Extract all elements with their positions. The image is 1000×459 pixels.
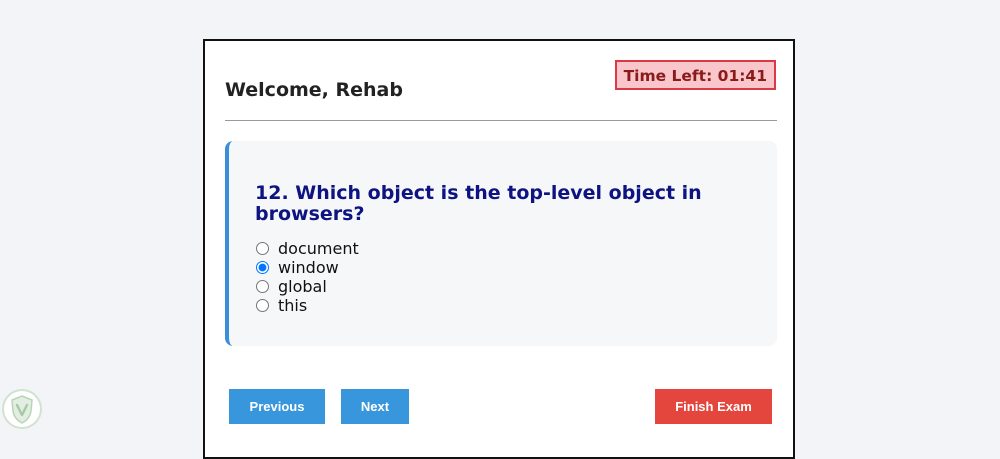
next-button[interactable]: Next [341, 389, 409, 424]
option-document[interactable]: document [255, 239, 751, 258]
option-label: document [278, 239, 359, 258]
finish-exam-button[interactable]: Finish Exam [655, 389, 772, 424]
option-radio[interactable] [256, 280, 269, 293]
question-text: 12. Which object is the top-level object… [255, 182, 702, 225]
option-label: global [278, 277, 327, 296]
timer-badge: Time Left: 01:41 [614, 60, 776, 90]
question-panel: 12. Which object is the top-level object… [225, 141, 777, 346]
shield-logo-icon [2, 389, 42, 429]
exam-card: Welcome, Rehab Time Left: 01:41 12. Whic… [203, 39, 795, 459]
option-radio[interactable] [256, 261, 269, 274]
option-window[interactable]: window [255, 258, 751, 277]
option-label: window [278, 258, 339, 277]
option-label: this [278, 296, 308, 315]
header-divider [225, 120, 777, 121]
option-radio[interactable] [256, 299, 269, 312]
option-global[interactable]: global [255, 277, 751, 296]
option-radio[interactable] [256, 242, 269, 255]
welcome-heading: Welcome, Rehab [225, 79, 403, 101]
previous-button[interactable]: Previous [229, 389, 325, 424]
option-this[interactable]: this [255, 296, 751, 315]
